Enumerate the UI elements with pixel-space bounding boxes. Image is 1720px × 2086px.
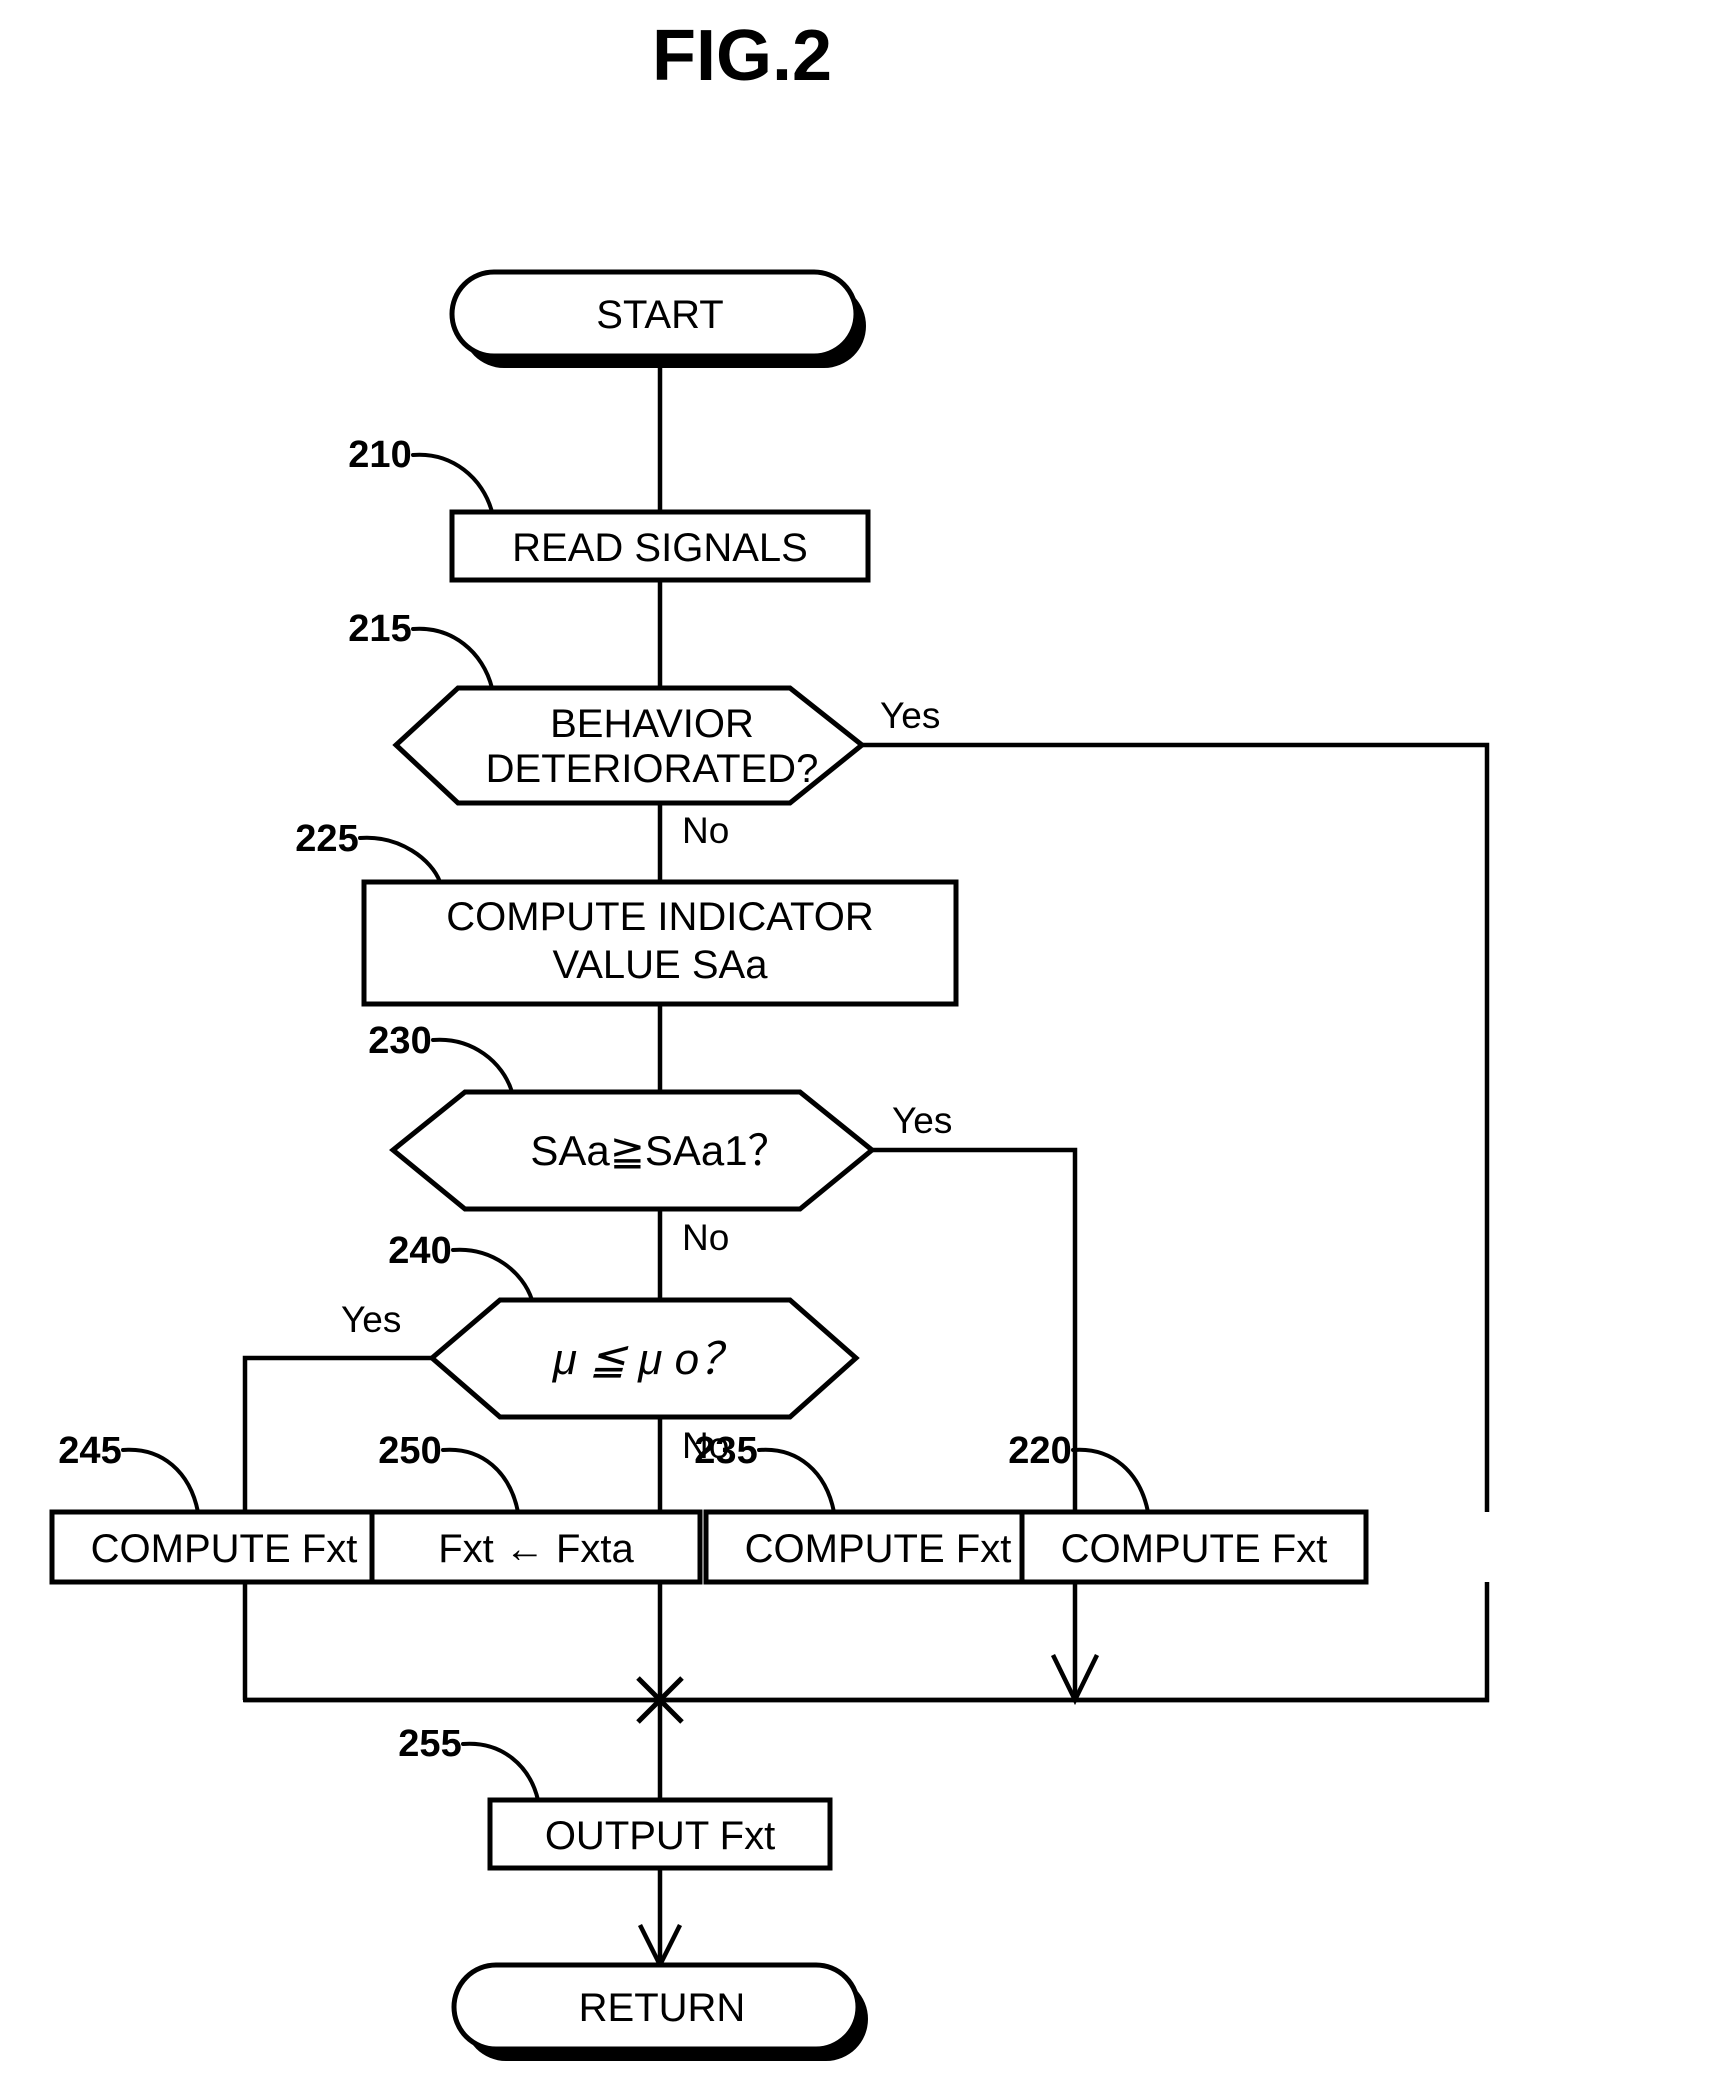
ref-230: 230 xyxy=(368,1020,431,1062)
node-return: RETURN xyxy=(451,1962,868,2061)
start-label: START xyxy=(596,293,723,337)
ref-220: 220 xyxy=(1008,1430,1071,1472)
leader-230 xyxy=(431,1037,514,1094)
connector-behavior-yes xyxy=(862,742,1490,1512)
leader-220 xyxy=(1071,1447,1150,1514)
node-saa-test: SAa≧SAa1？ xyxy=(389,1089,876,1212)
compute-fxt-220-label: COMPUTE Fxt xyxy=(1061,1527,1328,1571)
node-compute-fxt-235: COMPUTE Fxt xyxy=(703,1509,1053,1585)
ref-250: 250 xyxy=(378,1430,441,1472)
leader-225 xyxy=(358,835,442,884)
output-fxt-label: OUTPUT Fxt xyxy=(545,1814,775,1858)
compute-indicator-label-line1: COMPUTE INDICATOR xyxy=(446,895,873,939)
leader-255 xyxy=(461,1741,540,1802)
leader-240 xyxy=(451,1247,534,1302)
node-compute-fxt-245: COMPUTE Fxt xyxy=(49,1509,399,1585)
edge-label-behavior-yes: Yes xyxy=(880,695,940,736)
flowchart-canvas: FIG.2 START 210 READ SIGNALS 215 BEHAVIO… xyxy=(49,16,1490,2061)
return-label: RETURN xyxy=(579,1986,746,2030)
node-start: START xyxy=(449,269,866,368)
figure-title: FIG.2 xyxy=(652,16,832,96)
node-mu-test: μ ≦ μ o？ xyxy=(428,1297,860,1420)
edge-label-saa-yes: Yes xyxy=(892,1100,952,1141)
ref-210: 210 xyxy=(348,434,411,476)
ref-245: 245 xyxy=(58,1430,121,1472)
ref-225: 225 xyxy=(295,818,358,860)
connector-220-to-merge xyxy=(244,1582,1490,1703)
node-behavior-deteriorated: BEHAVIOR DETERIORATED? xyxy=(392,685,867,806)
leader-250 xyxy=(441,1447,520,1514)
figure-container: FIG.2 START 210 READ SIGNALS 215 BEHAVIO… xyxy=(0,0,1720,2086)
behavior-label-line1: BEHAVIOR xyxy=(550,702,754,746)
read-signals-label: READ SIGNALS xyxy=(512,526,808,570)
leader-210 xyxy=(411,452,494,514)
edge-label-saa-no: No xyxy=(682,1217,729,1258)
leader-215 xyxy=(411,626,494,690)
node-compute-fxt-220: COMPUTE Fxt xyxy=(1019,1509,1369,1585)
behavior-label-line2: DETERIORATED? xyxy=(486,747,819,791)
node-compute-indicator: COMPUTE INDICATOR VALUE SAa xyxy=(361,879,959,1007)
leader-235 xyxy=(757,1447,836,1514)
compute-fxt-245-label: COMPUTE Fxt xyxy=(91,1527,358,1571)
saa-test-label: SAa≧SAa1？ xyxy=(530,1127,789,1174)
ref-240: 240 xyxy=(388,1230,451,1272)
node-assign-fxta-250: Fxt ← Fxta xyxy=(369,1509,703,1585)
ref-255: 255 xyxy=(398,1723,461,1765)
assign-fxta-250-label: Fxt ← Fxta xyxy=(438,1527,634,1571)
ref-235: 235 xyxy=(694,1430,757,1472)
mu-test-label: μ ≦ μ o？ xyxy=(552,1335,743,1384)
edge-label-mu-yes: Yes xyxy=(341,1299,401,1340)
node-read-signals: READ SIGNALS xyxy=(449,509,871,583)
leader-245 xyxy=(121,1447,200,1514)
node-output-fxt: OUTPUT Fxt xyxy=(487,1797,833,1871)
compute-indicator-label-line2: VALUE SAa xyxy=(553,943,769,987)
ref-215: 215 xyxy=(348,608,411,650)
edge-label-behavior-no: No xyxy=(682,810,729,851)
compute-fxt-235-label: COMPUTE Fxt xyxy=(745,1527,1012,1571)
